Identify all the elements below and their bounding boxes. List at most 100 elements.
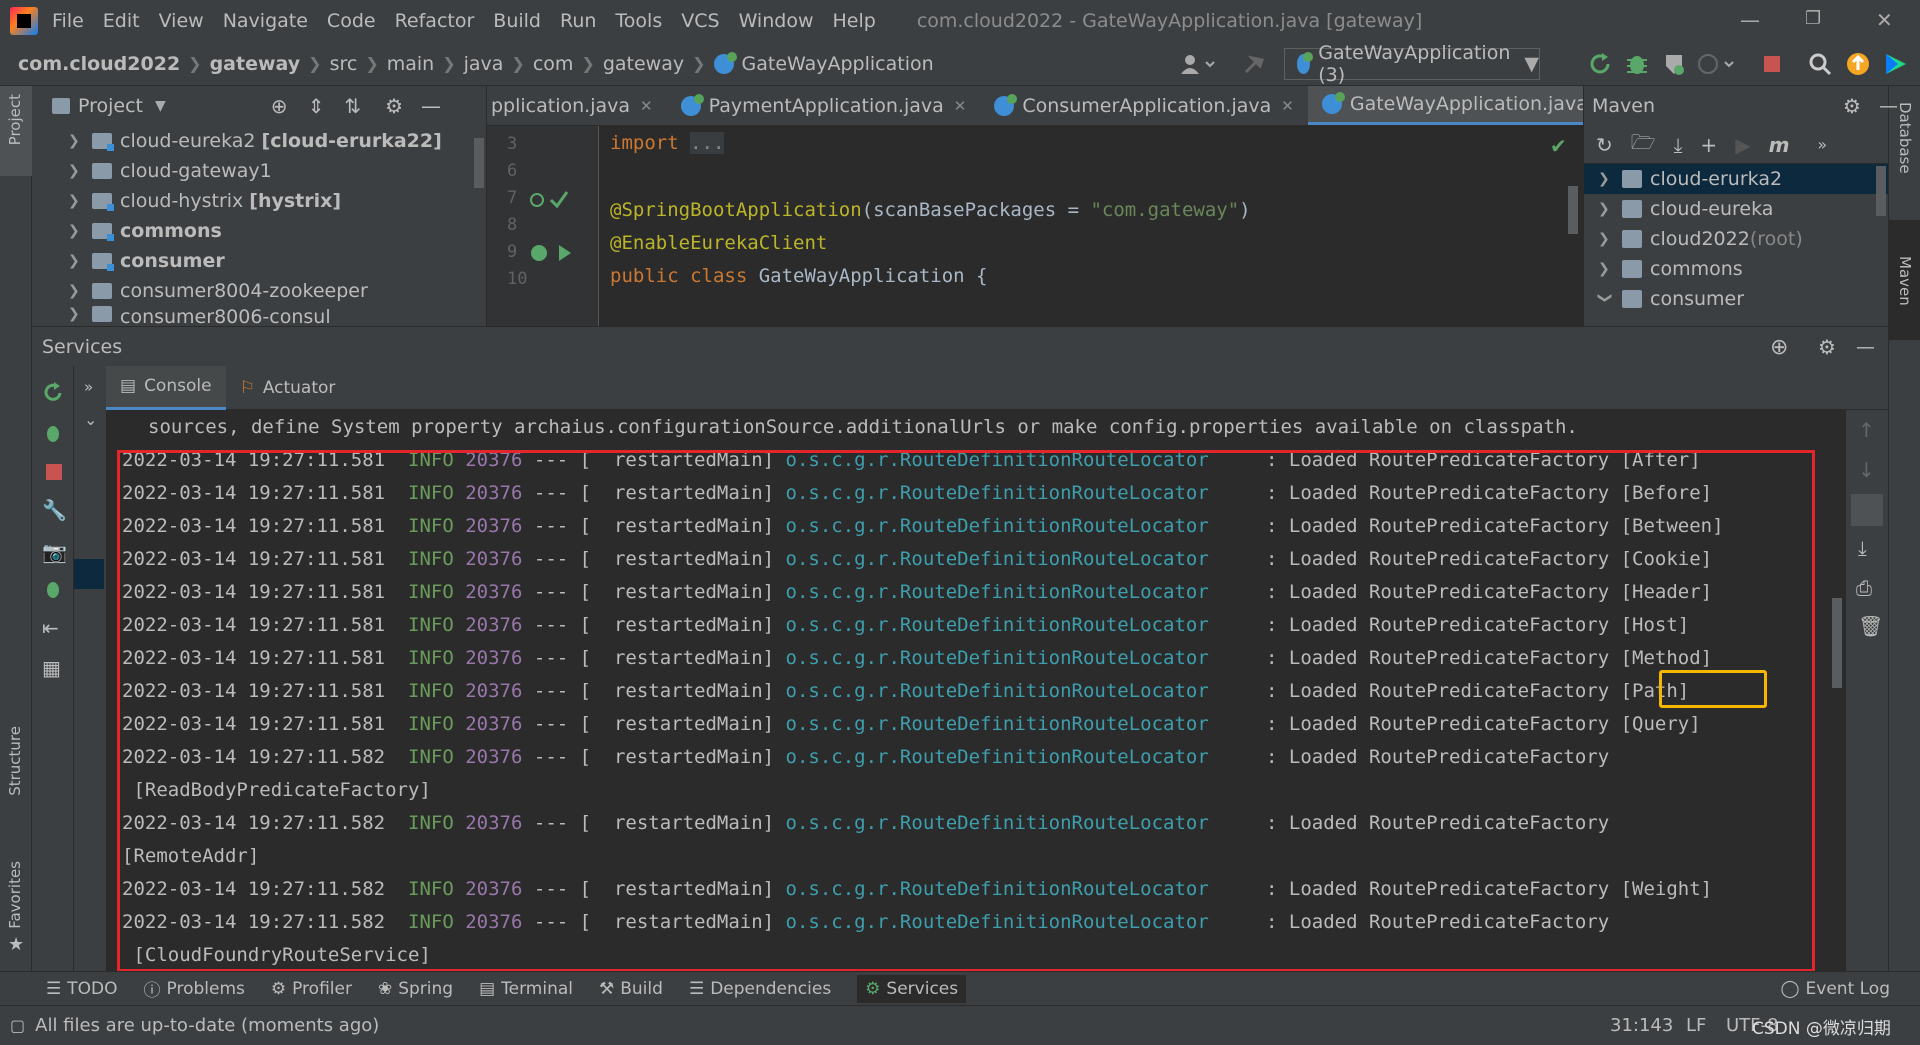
menu-code[interactable]: Code — [327, 10, 376, 32]
close-icon[interactable]: ✕ — [1281, 97, 1294, 115]
hide-icon[interactable]: — — [1856, 336, 1875, 358]
breadcrumb-module[interactable]: gateway — [210, 53, 301, 75]
expand-all-icon[interactable]: ⇕ — [308, 94, 325, 118]
hammer-icon[interactable] — [1242, 52, 1266, 76]
more-icon[interactable]: » — [1817, 135, 1827, 154]
profiler-button[interactable]: ⚙ Profiler — [271, 979, 352, 999]
database-toolwindow-label[interactable]: Database — [1896, 102, 1914, 174]
add-folder-icon[interactable]: 🗁 — [1631, 128, 1656, 162]
chevron-right-icon[interactable]: ❯ — [68, 253, 82, 269]
trash-icon[interactable]: 🗑 — [1858, 614, 1883, 638]
hide-icon[interactable]: — — [421, 94, 441, 118]
exit-icon[interactable]: ⇤ — [42, 616, 59, 640]
console-scrollbar[interactable] — [1832, 598, 1842, 688]
terminal-button[interactable]: ▤ Terminal — [479, 979, 573, 999]
stop-icon[interactable] — [44, 462, 64, 482]
maven-scrollbar[interactable] — [1876, 166, 1886, 216]
menu-vcs[interactable]: VCS — [681, 10, 719, 32]
update-icon[interactable] — [1846, 52, 1870, 76]
breadcrumb-com[interactable]: com — [533, 53, 574, 75]
tree-item-cloud-gateway1[interactable]: ❯ cloud-gateway1 — [68, 156, 486, 186]
spring-bean-icon[interactable] — [529, 188, 569, 210]
tree-item-cloud-eureka2[interactable]: ❯ cloud-eureka2 [cloud-erurka22] — [68, 126, 486, 156]
stop-icon[interactable] — [1760, 52, 1784, 76]
camera-icon[interactable]: 📷 — [42, 540, 67, 564]
menu-run[interactable]: Run — [560, 10, 596, 32]
favorites-toolwindow-label[interactable]: Favorites — [6, 861, 24, 929]
menu-tools[interactable]: Tools — [615, 10, 662, 32]
maven-goal-icon[interactable]: m — [1769, 133, 1790, 157]
soft-wrap-icon[interactable] — [1851, 494, 1883, 526]
services-button[interactable]: ⚙ Services — [857, 974, 967, 1003]
maven-item-cloud2022[interactable]: ❯ cloud2022 (root) — [1584, 224, 1888, 254]
dependencies-button[interactable]: ☰ Dependencies — [689, 979, 831, 999]
code-line-annotation1[interactable]: @SpringBootApplication(scanBasePackages … — [610, 199, 1251, 221]
gear-icon[interactable]: ⚙ — [385, 94, 403, 118]
tree-item-consumer8006[interactable]: ❯ consumer8006-consul — [68, 306, 486, 328]
chevron-right-icon[interactable]: ❯ — [68, 306, 82, 322]
maven-item-commons[interactable]: ❯ commons — [1584, 254, 1888, 284]
chevron-right-icon[interactable]: ❯ — [68, 133, 82, 149]
menu-refactor[interactable]: Refactor — [395, 10, 475, 32]
menu-navigate[interactable]: Navigate — [223, 10, 308, 32]
code-line-import[interactable]: import ... — [610, 132, 725, 154]
tree-item-consumer[interactable]: ❯ consumer — [68, 246, 486, 276]
menu-edit[interactable]: Edit — [103, 10, 140, 32]
project-toolwindow-label[interactable]: Project — [6, 94, 24, 145]
menu-view[interactable]: View — [159, 10, 204, 32]
rerun-icon[interactable] — [42, 382, 64, 404]
chevron-right-icon[interactable]: ❯ — [1598, 201, 1612, 217]
reload-icon[interactable]: ↻ — [1596, 133, 1613, 157]
project-panel-title[interactable]: Project — [78, 95, 143, 117]
tab-consumer-application[interactable]: ConsumerApplication.java ✕ — [980, 86, 1307, 125]
chevron-right-icon[interactable]: ❯ — [68, 193, 82, 209]
target-icon[interactable]: ⊕ — [1770, 335, 1788, 360]
chevron-down-icon[interactable]: ⌄ — [84, 410, 97, 429]
caret-position[interactable]: 31:143 — [1610, 1015, 1673, 1036]
locate-icon[interactable]: ⊕ — [271, 94, 288, 118]
run-config-select[interactable]: GateWayApplication (3) ▼ — [1284, 42, 1540, 86]
download-icon[interactable]: ⤓ — [1674, 133, 1683, 157]
folded-code[interactable]: ... — [690, 132, 725, 154]
maven-item-cloud-erurka2[interactable]: ❯ cloud-erurka2 — [1584, 164, 1888, 194]
run-icon[interactable]: ▶ — [1735, 133, 1750, 157]
restore-layout-icon[interactable] — [42, 578, 64, 600]
maven-toolwindow-label[interactable]: Maven — [1896, 256, 1914, 306]
profile-icon[interactable] — [1697, 52, 1737, 76]
hide-icon[interactable]: — — [1879, 95, 1898, 117]
coverage-icon[interactable] — [1662, 52, 1686, 76]
jetbrains-icon[interactable] — [1884, 52, 1908, 76]
breadcrumb-main[interactable]: main — [387, 53, 434, 75]
close-icon[interactable]: ✕ — [954, 97, 967, 115]
close-icon[interactable]: ✕ — [640, 97, 653, 115]
arrow-up-icon[interactable]: ↑ — [1858, 418, 1875, 442]
menu-build[interactable]: Build — [493, 10, 541, 32]
scroll-to-end-icon[interactable]: ⤓ — [1858, 536, 1867, 560]
plus-icon[interactable]: + — [1700, 133, 1717, 157]
editor-scrollbar[interactable] — [1568, 186, 1578, 234]
collapse-all-icon[interactable]: ⇅ — [344, 94, 361, 118]
project-scrollbar[interactable] — [474, 138, 484, 188]
breadcrumb-gateway-pkg[interactable]: gateway — [603, 53, 684, 75]
code-line-annotation2[interactable]: @EnableEurekaClient — [610, 232, 827, 254]
chevron-right-icon[interactable]: ❯ — [1598, 261, 1612, 277]
arrow-down-icon[interactable]: ↓ — [1858, 458, 1875, 482]
tab-payment-application[interactable]: PaymentApplication.java ✕ — [667, 86, 981, 125]
chevron-right-icon[interactable]: ❯ — [68, 223, 82, 239]
problems-button[interactable]: ⓘ Problems — [144, 976, 245, 1002]
code-line-class[interactable]: public class GateWayApplication { — [610, 265, 988, 287]
minimize-icon[interactable]: — — [1740, 8, 1760, 32]
breadcrumb-src[interactable]: src — [330, 53, 358, 75]
user-icon[interactable] — [1178, 52, 1218, 76]
tab-actuator[interactable]: ⚐ Actuator — [226, 366, 350, 410]
maven-item-consumer[interactable]: ❯ consumer — [1584, 284, 1888, 314]
expand-icon[interactable]: » — [84, 378, 93, 396]
maven-item-cloud-eureka[interactable]: ❯ cloud-eureka — [1584, 194, 1888, 224]
wrench-icon[interactable]: 🔧 — [42, 498, 67, 522]
gear-icon[interactable]: ⚙ — [1818, 335, 1836, 359]
structure-toolwindow-label[interactable]: Structure — [6, 726, 24, 796]
print-icon[interactable]: ⎙ — [1856, 576, 1872, 600]
chevron-right-icon[interactable]: ❯ — [1598, 231, 1612, 247]
service-item-selected[interactable] — [74, 559, 104, 589]
restore-icon[interactable]: ❐ — [1805, 8, 1821, 29]
